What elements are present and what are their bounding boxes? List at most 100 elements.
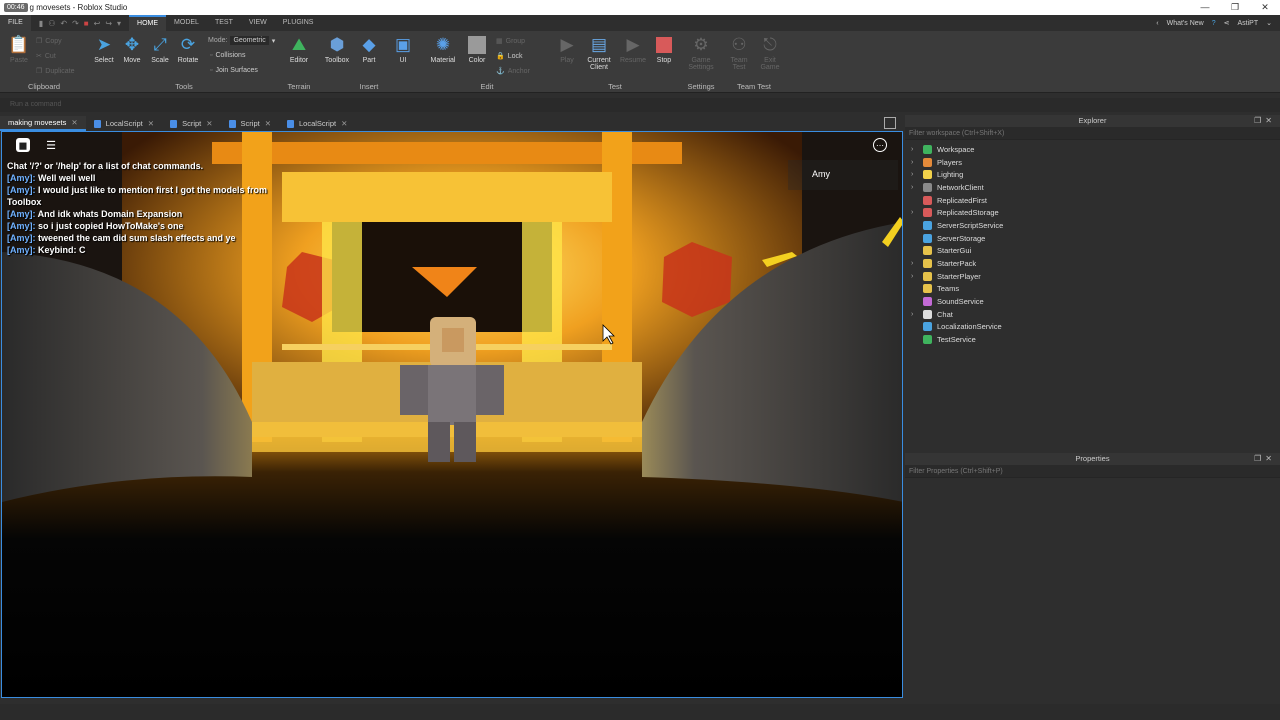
join-surfaces-toggle[interactable]: ▫ Join Surfaces [210,67,258,74]
tab-localscript[interactable]: LocalScript ✕ [86,116,162,131]
properties-filter-input[interactable]: Filter Properties (Ctrl+Shift+P) [905,465,1280,478]
explorer-item[interactable]: › StarterPlayer [905,270,1280,283]
color-button[interactable]: Color [462,35,492,64]
tab-script-2[interactable]: Script ✕ [221,116,279,131]
duplicate-button[interactable]: ❐ Duplicate [36,67,74,76]
explorer-item[interactable]: › Chat [905,308,1280,321]
collisions-toggle[interactable]: ▫ Collisions [210,52,245,59]
current-client-button[interactable]: ▤ Current Client [584,35,614,71]
explorer-item[interactable]: › Lighting [905,168,1280,181]
game-settings-button[interactable]: ⚙ Game Settings [686,35,716,71]
player-list-entry[interactable]: Amy [788,160,898,190]
expand-arrow-icon[interactable]: › [911,260,923,267]
explorer-item[interactable]: › ReplicatedStorage [905,206,1280,219]
mode-value[interactable]: Geometric [230,36,269,45]
close-tab-icon[interactable]: ✕ [206,116,212,131]
paste-button[interactable]: 📋 Paste [4,35,34,64]
explorer-filter-input[interactable]: Filter workspace (Ctrl+Shift+X) [905,127,1280,140]
maximize-button[interactable]: ❐ [1220,0,1250,15]
material-button[interactable]: ✺ Material [428,35,458,64]
rotate-button[interactable]: ⟳ Rotate [173,35,203,64]
close-button[interactable]: ✕ [1250,0,1280,15]
roblox-menu-icon[interactable]: ◼ [16,138,30,152]
stop-button[interactable]: Stop [649,35,679,64]
explorer-item[interactable]: LocalizationService [905,321,1280,334]
whats-new-link[interactable]: What's New [1167,20,1204,27]
user-menu-icon[interactable]: ⌄ [1266,19,1272,27]
part-button[interactable]: ◆ Part [354,35,384,64]
undo-icon[interactable]: ↶ [60,19,67,28]
stop-icon[interactable]: ■ [84,19,89,28]
mode-selector[interactable]: Mode: Geometric ▾ [208,36,275,45]
terrain-editor-button[interactable]: ⛰ Editor [284,35,314,64]
panel-controls[interactable]: ❐✕ [1254,115,1276,127]
help-icon[interactable]: ? [1212,20,1216,27]
collapse-ribbon-icon[interactable]: ‹ [1156,20,1158,27]
explorer-item[interactable]: ServerStorage [905,232,1280,245]
ui-icon: ▣ [394,35,412,54]
tab-making-movesets[interactable]: making movesets ✕ [0,116,86,131]
tab-view[interactable]: VIEW [241,15,275,31]
explorer-header: Explorer ❐✕ [905,115,1280,127]
select-button[interactable]: ➤ Select [89,35,119,64]
expand-arrow-icon[interactable]: › [911,184,923,191]
tab-script[interactable]: Script ✕ [162,116,220,131]
copy-button[interactable]: ❐ Copy [36,37,62,46]
tab-plugins[interactable]: PLUGINS [275,15,322,31]
minimize-button[interactable]: — [1190,0,1220,15]
tab-localscript-2[interactable]: LocalScript ✕ [279,116,355,131]
command-input[interactable]: Run a command [10,101,61,108]
explorer-item[interactable]: › NetworkClient [905,181,1280,194]
close-tab-icon[interactable]: ✕ [265,116,271,131]
explorer-item[interactable]: SoundService [905,295,1280,308]
lock-button[interactable]: 🔒 Lock [496,52,523,61]
share-icon[interactable]: ⋖ [1224,19,1230,27]
resume-button[interactable]: ▶ Resume [618,35,648,64]
cut-button[interactable]: ✂ Cut [36,52,56,61]
scale-button[interactable]: ⤢ Scale [145,35,175,64]
move-button[interactable]: ✥ Move [117,35,147,64]
explorer-item[interactable]: › StarterPack [905,257,1280,270]
close-tab-icon[interactable]: ✕ [71,115,77,130]
tab-home[interactable]: HOME [129,15,167,31]
explorer-item[interactable]: › Players [905,156,1280,169]
expand-arrow-icon[interactable]: › [911,159,923,166]
viewport-expand-icon[interactable] [884,117,896,129]
tab-test[interactable]: TEST [207,15,241,31]
exit-game-button[interactable]: ⎋ Exit Game [755,35,785,71]
expand-arrow-icon[interactable]: › [911,146,923,153]
close-tab-icon[interactable]: ✕ [148,116,154,131]
ui-button[interactable]: ▣ UI [388,35,418,64]
expand-arrow-icon[interactable]: › [911,311,923,318]
group-button[interactable]: ▦ Group [496,37,525,46]
file-menu[interactable]: FILE [0,15,31,31]
redo-icon[interactable]: ↷ [72,19,79,28]
user-name[interactable]: AstiPT [1238,20,1259,27]
explorer-item[interactable]: ServerScriptService [905,219,1280,232]
more-options-icon[interactable]: ⋯ [873,138,887,152]
play-button[interactable]: ▶ Play [552,35,582,64]
explorer-item[interactable]: ReplicatedFirst [905,194,1280,207]
expand-arrow-icon[interactable]: › [911,171,923,178]
command-bar[interactable]: Run a command [0,98,1280,112]
explorer-item[interactable]: TestService [905,333,1280,346]
expand-arrow-icon[interactable]: › [911,273,923,280]
open-icon[interactable]: ⚇ [48,19,55,28]
customize-icon[interactable]: ▾ [117,19,121,28]
explorer-item[interactable]: Teams [905,283,1280,296]
anchor-button[interactable]: ⚓ Anchor [496,67,530,76]
forward-icon[interactable]: ↪ [105,19,112,28]
close-tab-icon[interactable]: ✕ [341,116,347,131]
explorer-item[interactable]: › Workspace [905,143,1280,156]
back-icon[interactable]: ↩ [94,19,101,28]
game-viewport[interactable]: ◼ ☰ ⋯ Amy Chat '/?' or '/help' for a lis… [1,131,903,698]
new-file-icon[interactable]: ▮ [39,19,43,28]
chat-toggle-icon[interactable]: ☰ [44,138,58,152]
panel-controls[interactable]: ❐✕ [1254,453,1276,465]
tab-model[interactable]: MODEL [166,15,207,31]
toolbox-button[interactable]: ⬢ Toolbox [322,35,352,64]
team-test-button[interactable]: ⚇ Team Test [724,35,754,71]
gear-icon: ⚙ [693,35,709,54]
explorer-item[interactable]: StarterGui [905,245,1280,258]
expand-arrow-icon[interactable]: › [911,209,923,216]
